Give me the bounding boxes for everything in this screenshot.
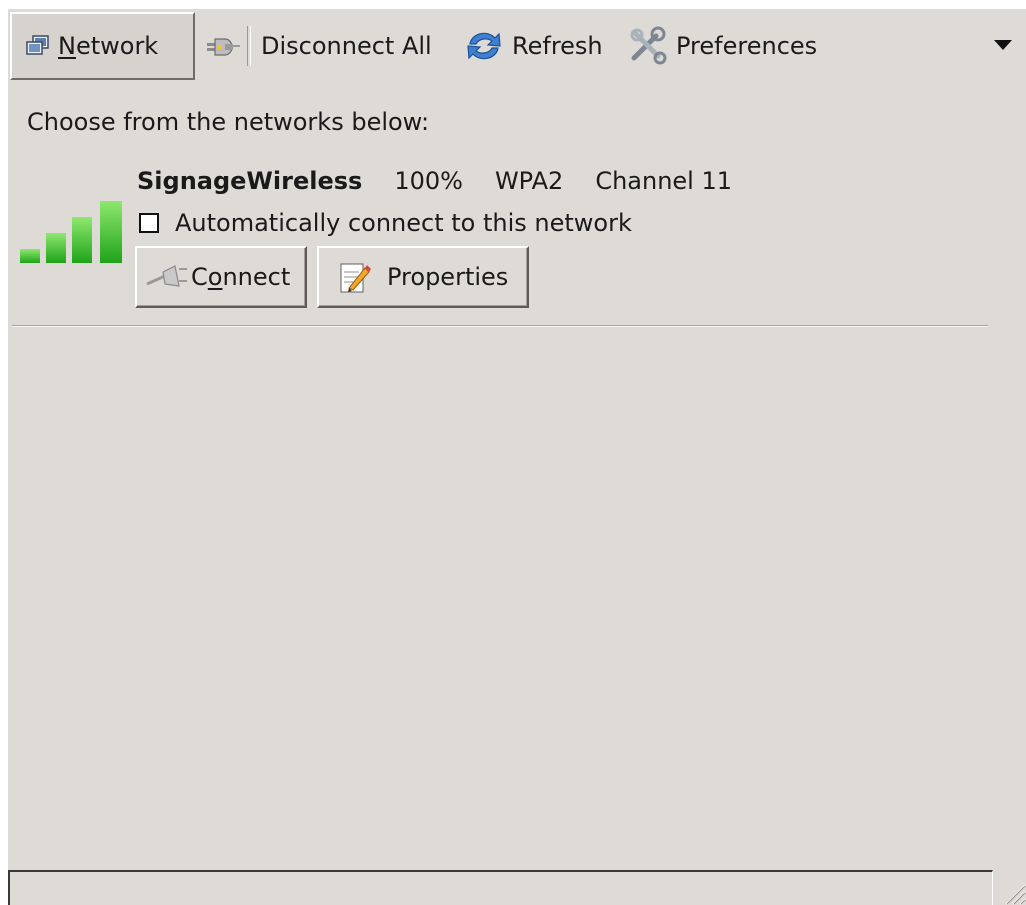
plug-icon bbox=[146, 265, 187, 287]
refresh-label: Refresh bbox=[512, 32, 603, 60]
network-icon bbox=[26, 35, 49, 55]
status-bar bbox=[8, 870, 993, 905]
toolbar-separator bbox=[247, 26, 251, 66]
network-menu-button[interactable]: Network bbox=[10, 12, 195, 80]
auto-connect-label: Automatically connect to this network bbox=[175, 209, 632, 237]
network-list-separator bbox=[12, 325, 988, 327]
plug-icon bbox=[207, 38, 240, 56]
chevron-down-icon[interactable] bbox=[994, 40, 1012, 50]
properties-button-label: Properties bbox=[387, 263, 509, 291]
network-strength: 100% bbox=[394, 167, 463, 195]
tools-icon bbox=[630, 26, 667, 65]
connect-button[interactable]: Connect bbox=[135, 246, 307, 308]
refresh-button[interactable]: Refresh bbox=[464, 12, 603, 80]
disconnect-all-label: Disconnect All bbox=[261, 32, 432, 60]
preferences-button[interactable]: Preferences bbox=[628, 12, 817, 80]
network-entry-info: SignageWireless 100% WPA2 Channel 11 bbox=[137, 167, 732, 195]
network-ssid: SignageWireless bbox=[137, 167, 363, 195]
auto-connect-row[interactable]: Automatically connect to this network bbox=[139, 209, 632, 237]
network-channel: Channel 11 bbox=[595, 167, 733, 195]
connect-button-label: Connect bbox=[191, 263, 291, 291]
properties-button[interactable]: Properties bbox=[317, 246, 529, 308]
wicd-window: Network Disconnect All Refresh Preferenc… bbox=[8, 9, 1026, 905]
disconnect-all-button[interactable]: Disconnect All bbox=[201, 12, 432, 80]
preferences-label: Preferences bbox=[676, 32, 818, 60]
signal-strength-icon bbox=[20, 201, 124, 265]
refresh-icon bbox=[467, 32, 501, 60]
network-menu-label: Network bbox=[58, 32, 159, 60]
edit-document-icon bbox=[340, 263, 371, 293]
auto-connect-checkbox[interactable] bbox=[139, 213, 159, 233]
network-security: WPA2 bbox=[494, 167, 564, 195]
resize-grip[interactable] bbox=[1000, 879, 1026, 905]
toolbar: Network Disconnect All Refresh Preferenc… bbox=[8, 9, 1026, 87]
networks-prompt: Choose from the networks below: bbox=[27, 108, 430, 136]
